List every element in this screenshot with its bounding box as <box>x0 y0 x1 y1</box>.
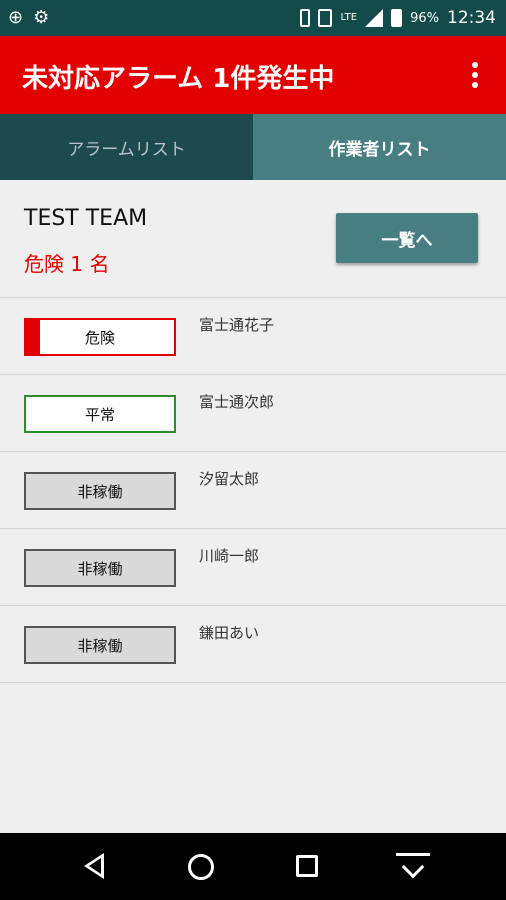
battery-icon <box>391 9 403 27</box>
list-item[interactable]: 危険 富士通花子 <box>0 298 506 375</box>
worker-name: 川崎一郎 <box>199 547 260 565</box>
recent-apps-icon[interactable] <box>296 855 318 877</box>
back-icon-inner <box>89 858 101 874</box>
list-item[interactable]: 非稼働 鎌田あい <box>0 606 506 683</box>
status-badge: 非稼働 <box>24 549 176 587</box>
danger-count: 危険 1 名 <box>24 252 110 276</box>
battery-percent: 96% <box>410 10 439 26</box>
list-item[interactable]: 平常 富士通次郎 <box>0 375 506 452</box>
signal-icon <box>365 9 384 27</box>
worker-name: 鎌田あい <box>199 624 260 642</box>
overflow-menu-icon[interactable] <box>472 62 480 90</box>
vibrate-icon <box>318 9 333 27</box>
hide-navbar-icon[interactable] <box>396 853 430 881</box>
worker-name: 富士通次郎 <box>199 393 275 411</box>
list-item[interactable]: 非稼働 汐留太郎 <box>0 452 506 529</box>
clock: 12:34 <box>447 8 496 28</box>
worker-name: 汐留太郎 <box>199 470 260 488</box>
home-icon[interactable] <box>188 854 214 880</box>
status-label: 非稼働 <box>77 636 123 655</box>
app-header: 未対応アラーム 1件発生中 <box>0 36 506 114</box>
status-label: 非稼働 <box>77 482 123 501</box>
team-summary: TEST TEAM 危険 1 名 一覧へ <box>0 180 506 298</box>
lte-icon: LTE <box>340 12 358 23</box>
status-badge: 平常 <box>24 395 176 433</box>
worker-list: 危険 富士通花子 平常 富士通次郎 非稼働 汐留太郎 非稼働 川崎一郎 非稼働 … <box>0 298 506 683</box>
tab-alarm-list[interactable]: アラームリスト <box>0 114 253 180</box>
tab-bar: アラームリスト 作業者リスト <box>0 114 506 180</box>
notification-icon: ⊕ <box>8 7 24 28</box>
status-label: 非稼働 <box>77 559 123 578</box>
team-name: TEST TEAM <box>24 206 148 231</box>
status-left: ⊕ ⚙ <box>8 6 49 30</box>
status-label: 危険 <box>84 328 115 347</box>
worker-name: 富士通花子 <box>199 316 275 334</box>
nav-bar <box>0 833 506 900</box>
notification-icon: ⚙ <box>33 7 50 28</box>
tab-worker-list[interactable]: 作業者リスト <box>253 114 506 180</box>
status-bar: ⊕ ⚙ LTE 96% 12:34 <box>0 0 506 36</box>
status-badge: 危険 <box>24 318 176 356</box>
list-item[interactable]: 非稼働 川崎一郎 <box>0 529 506 606</box>
chevron-down-icon <box>401 855 425 879</box>
bluetooth-icon <box>300 9 311 27</box>
status-badge: 非稼働 <box>24 626 176 664</box>
alarm-title: 未対応アラーム 1件発生中 <box>22 64 335 94</box>
status-badge: 非稼働 <box>24 472 176 510</box>
list-view-button[interactable]: 一覧へ <box>336 213 478 263</box>
status-right: LTE 96% 12:34 <box>300 6 496 30</box>
danger-indicator <box>26 320 40 354</box>
status-label: 平常 <box>84 405 115 424</box>
